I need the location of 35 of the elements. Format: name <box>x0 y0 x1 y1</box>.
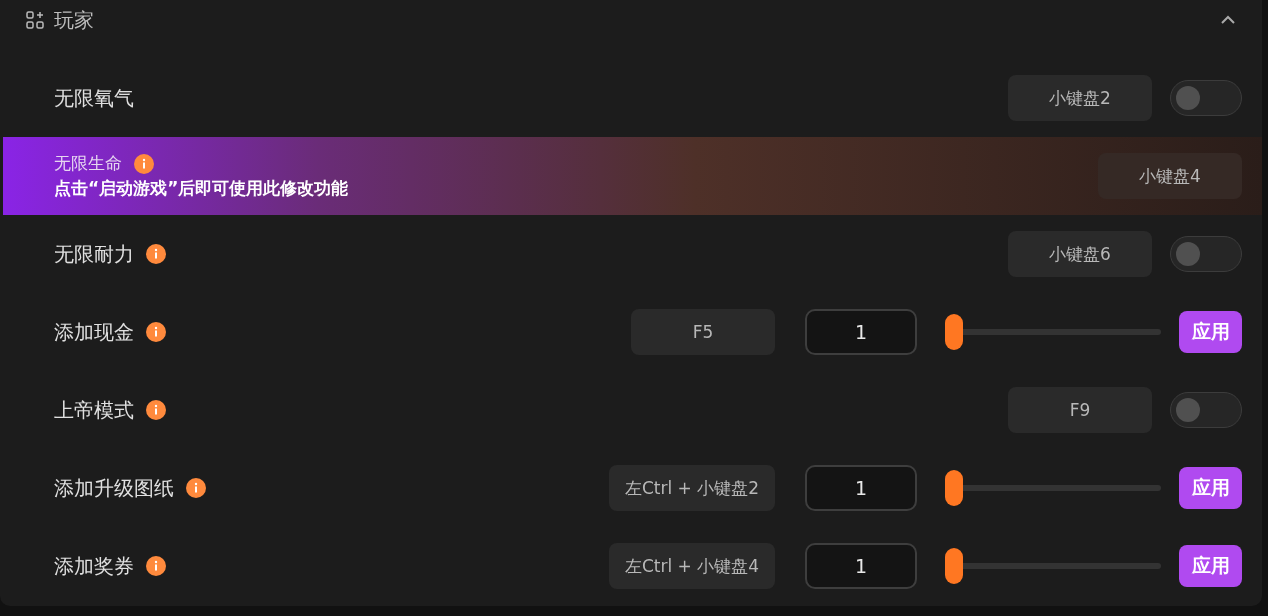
info-icon[interactable] <box>146 556 166 576</box>
apply-button[interactable]: 应用 <box>1179 467 1242 509</box>
slider-thumb[interactable] <box>945 314 963 350</box>
info-icon[interactable] <box>134 153 154 174</box>
feature-label: 添加升级图纸 <box>54 474 174 502</box>
toggle-switch[interactable] <box>1170 392 1242 428</box>
apply-button[interactable]: 应用 <box>1179 311 1242 353</box>
feature-label: 添加现金 <box>54 318 134 346</box>
number-field[interactable]: 1 <box>805 465 917 511</box>
hotkey-button[interactable]: 小键盘2 <box>1008 75 1152 121</box>
number-field[interactable]: 1 <box>805 543 917 589</box>
feature-label: 上帝模式 <box>54 396 134 424</box>
hotkey-button[interactable]: 小键盘6 <box>1008 231 1152 277</box>
number-field[interactable]: 1 <box>805 309 917 355</box>
notice-text: 点击“启动游戏”后即可使用此修改功能 <box>54 177 350 200</box>
slider-thumb[interactable] <box>945 548 963 584</box>
info-icon[interactable] <box>146 400 166 420</box>
slider-thumb[interactable] <box>945 470 963 506</box>
info-icon[interactable] <box>186 478 206 498</box>
info-icon[interactable] <box>146 244 166 264</box>
hotkey-button[interactable]: F5 <box>631 309 775 355</box>
apply-button[interactable]: 应用 <box>1179 545 1242 587</box>
section-title: 玩家 <box>54 6 95 34</box>
hotkey-button[interactable]: 小键盘4 <box>1098 153 1242 199</box>
info-icon[interactable] <box>146 322 166 342</box>
feature-label: 无限生命 <box>54 152 122 175</box>
hotkey-button[interactable]: 左Ctrl + 小键盘4 <box>608 543 775 589</box>
toggle-switch[interactable] <box>1170 236 1242 272</box>
feature-label: 无限耐力 <box>54 240 134 268</box>
hotkey-button[interactable]: 左Ctrl + 小键盘2 <box>608 465 775 511</box>
grid-icon <box>25 10 45 30</box>
hotkey-button[interactable]: F9 <box>1008 387 1152 433</box>
feature-label: 添加奖券 <box>54 552 134 580</box>
feature-label: 无限氧气 <box>54 84 134 112</box>
toggle-switch[interactable] <box>1170 80 1242 116</box>
